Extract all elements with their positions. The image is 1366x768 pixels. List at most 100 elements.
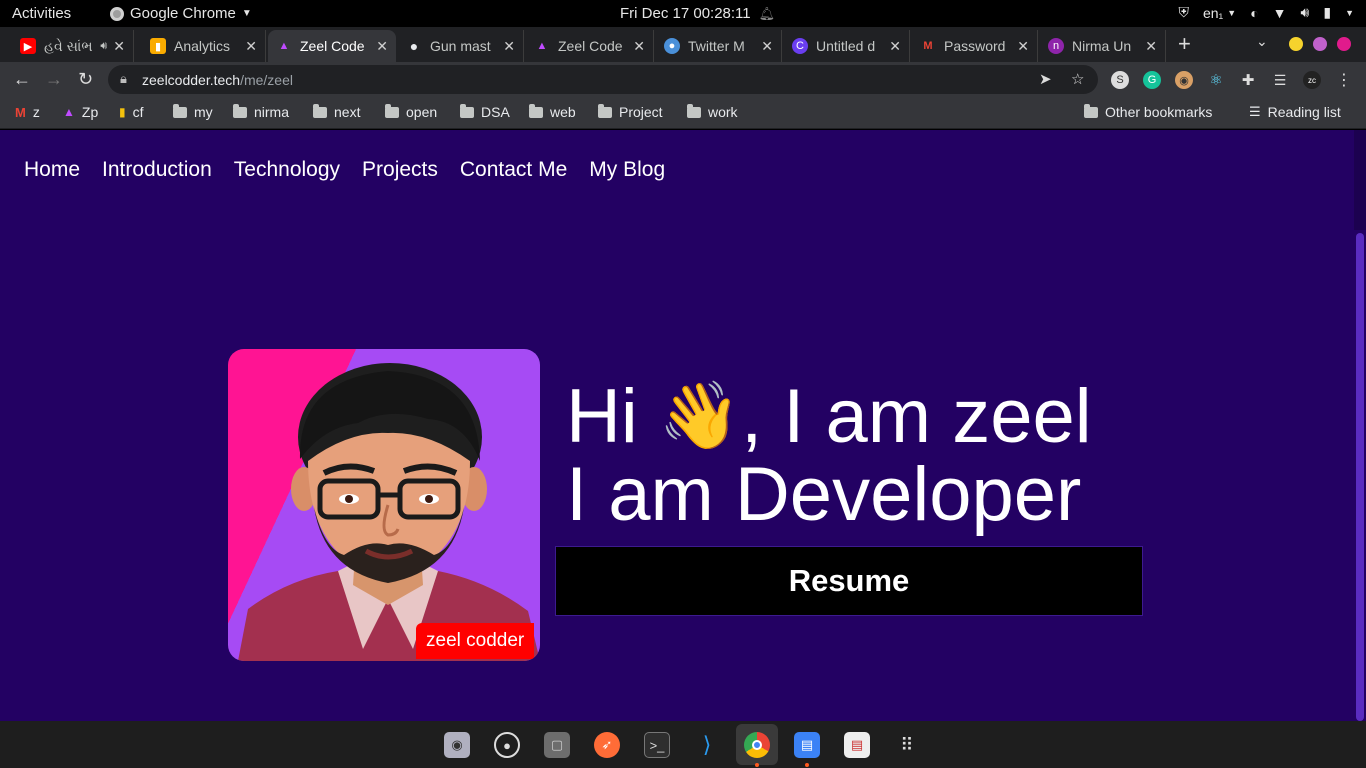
avatar-extension-icon[interactable]: ◉ <box>1175 71 1193 89</box>
tab-active[interactable]: ▲ Zeel Code ✕ <box>268 30 396 62</box>
bookmark-folder[interactable]: work <box>687 103 738 120</box>
close-icon[interactable]: ✕ <box>376 38 388 55</box>
tab[interactable]: ▮ Analytics ✕ <box>142 30 266 62</box>
profile-avatar[interactable]: zc <box>1303 71 1321 89</box>
forward-icon[interactable]: → <box>45 69 63 90</box>
codeforces-icon: ▮ <box>119 105 126 119</box>
tab[interactable]: ● Gun mast ✕ <box>398 30 524 62</box>
activities-button[interactable]: Activities <box>12 5 71 22</box>
close-icon[interactable]: ✕ <box>503 38 515 55</box>
tab-strip: ▶ હવે સાંભ 🔊︎ ✕ ▮ Analytics ✕ ▲ Zeel Cod… <box>0 27 1366 62</box>
bookmark-folder[interactable]: next <box>313 103 360 120</box>
minimize-button[interactable] <box>1289 37 1303 51</box>
close-icon[interactable]: ✕ <box>245 38 257 55</box>
bookmark-item[interactable]: ▮ cf <box>119 104 144 120</box>
new-tab-button[interactable]: + <box>1178 31 1191 57</box>
bookmarks-bar: M z ▲ Zp ▮ cf my nirma next open DSA web… <box>0 97 1366 129</box>
reload-icon[interactable]: ↻ <box>78 69 93 90</box>
close-icon[interactable]: ✕ <box>1017 38 1029 55</box>
folder-icon <box>687 103 701 118</box>
media-control-icon[interactable]: ☰ <box>1271 71 1289 89</box>
tab[interactable]: ● Twitter M ✕ <box>656 30 782 62</box>
dock: ◉ ● ▢ ➶ >_ ⟩ ▤ ▤ ⠿ <box>0 721 1366 768</box>
tab[interactable]: M Password ✕ <box>912 30 1038 62</box>
maximize-button[interactable] <box>1313 37 1327 51</box>
other-bookmarks[interactable]: Other bookmarks <box>1084 103 1212 120</box>
nav-introduction[interactable]: Introduction <box>102 158 212 182</box>
files-app-icon[interactable]: ▢ <box>544 732 570 758</box>
tab[interactable]: ▶ હવે સાંભ 🔊︎ ✕ <box>12 30 134 62</box>
app-menu[interactable]: Google Chrome ▼ <box>110 5 252 22</box>
wifi-icon: ▼ <box>1272 4 1287 21</box>
camera-app-icon[interactable]: ◉ <box>444 732 470 758</box>
react-devtools-icon[interactable]: ⚛ <box>1207 71 1225 89</box>
nav-my-blog[interactable]: My Blog <box>589 158 665 182</box>
bookmark-folder[interactable]: web <box>529 103 576 120</box>
system-tray[interactable]: ⛨ en₁ ▼ ◐ ▼ 🔊︎ ▮ ▼ <box>1178 4 1354 21</box>
folder-icon <box>1084 103 1098 118</box>
close-icon[interactable]: ✕ <box>761 38 773 55</box>
folder-icon <box>385 103 399 118</box>
resume-button[interactable]: Resume <box>555 546 1143 616</box>
nirma-icon: n <box>1048 38 1064 54</box>
vscode-app-icon[interactable]: ⟩ <box>694 732 720 758</box>
nav-projects[interactable]: Projects <box>362 158 438 182</box>
running-indicator <box>755 763 759 767</box>
tab[interactable]: n Nirma Un ✕ <box>1040 30 1166 62</box>
reading-list[interactable]: ☰ Reading list <box>1249 104 1341 120</box>
nav-home[interactable]: Home <box>24 158 80 182</box>
send-icon[interactable]: ➤ <box>1039 70 1052 88</box>
text-editor-app-icon[interactable]: ▤ <box>794 732 820 758</box>
url-text[interactable]: zeelcodder.tech/me/zeel <box>142 72 293 88</box>
bookmark-folder[interactable]: my <box>173 103 213 120</box>
lock-icon[interactable]: 🔒︎ <box>120 71 127 87</box>
nav-contact-me[interactable]: Contact Me <box>460 158 567 182</box>
star-icon[interactable]: ☆ <box>1071 70 1084 88</box>
close-window-button[interactable] <box>1337 37 1351 51</box>
hero-role: I am Developer <box>566 452 1082 537</box>
close-icon[interactable]: ✕ <box>633 38 645 55</box>
tab[interactable]: ▲ Zeel Code ✕ <box>526 30 654 62</box>
tab[interactable]: C Untitled d ✕ <box>784 30 910 62</box>
address-bar[interactable]: 🔒︎ zeelcodder.tech/me/zeel ➤ ☆ <box>108 65 1098 94</box>
scrollbar-track[interactable] <box>1354 130 1366 721</box>
bookmark-item[interactable]: ▲ Zp <box>63 104 98 120</box>
chevron-down-icon: ▼ <box>1345 7 1354 18</box>
folder-icon <box>460 103 474 118</box>
folder-icon <box>233 103 247 118</box>
obs-app-icon[interactable]: ● <box>494 732 520 758</box>
extension-icon[interactable]: S <box>1111 71 1129 89</box>
globe-icon: ● <box>409 38 419 54</box>
site-nav: Home Introduction Technology Projects Co… <box>24 158 665 182</box>
scrollbar-thumb[interactable] <box>1356 233 1364 721</box>
clock-label: Fri Dec 17 00:28:11 <box>620 5 751 22</box>
document-viewer-app-icon[interactable]: ▤ <box>844 732 870 758</box>
back-icon[interactable]: ← <box>13 69 31 90</box>
chrome-app-icon[interactable] <box>744 732 770 758</box>
bookmark-folder[interactable]: DSA <box>460 103 510 120</box>
postman-app-icon[interactable]: ➶ <box>594 732 620 758</box>
more-menu-icon[interactable]: ⋮ <box>1335 71 1353 89</box>
clock[interactable]: Fri Dec 17 00:28:11 🔔︎ <box>620 5 775 22</box>
show-apps-icon[interactable]: ⠿ <box>894 732 920 758</box>
keyboard-language[interactable]: en₁ <box>1203 5 1223 21</box>
bookmark-folder[interactable]: open <box>385 103 437 120</box>
chevron-down-icon: ▼ <box>1227 7 1237 18</box>
tab-search-icon[interactable]: ⌄ <box>1256 33 1268 50</box>
volume-icon: 🔊︎ <box>1300 4 1310 20</box>
shield-icon[interactable]: ⛨ <box>1178 4 1189 21</box>
close-icon[interactable]: ✕ <box>1145 38 1157 55</box>
terminal-app-icon[interactable]: >_ <box>644 732 670 758</box>
close-icon[interactable]: ✕ <box>889 38 901 55</box>
running-indicator <box>805 763 809 767</box>
bookmark-folder[interactable]: nirma <box>233 103 289 120</box>
nav-technology[interactable]: Technology <box>234 158 340 182</box>
chevron-down-icon: ▼ <box>241 8 252 19</box>
folder-icon <box>598 103 612 118</box>
chrome-icon <box>110 6 124 21</box>
bookmark-item[interactable]: M z <box>15 104 40 120</box>
close-icon[interactable]: ✕ <box>113 38 125 55</box>
bookmark-folder[interactable]: Project <box>598 103 663 120</box>
grammarly-icon[interactable]: G <box>1143 71 1161 89</box>
puzzle-icon[interactable]: ✚ <box>1239 71 1257 89</box>
